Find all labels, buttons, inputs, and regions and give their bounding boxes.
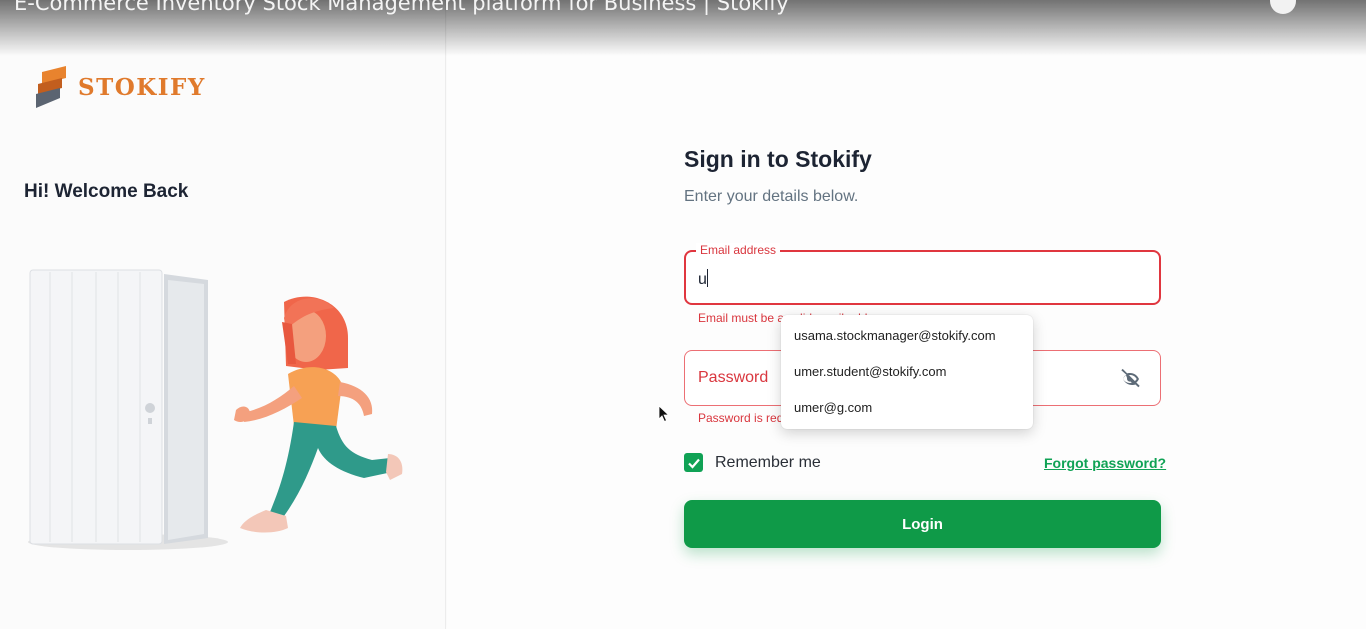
stokify-logo-icon (36, 66, 66, 108)
email-label: Email address (696, 243, 781, 257)
email-field[interactable]: Email address u (684, 243, 1161, 305)
email-autocomplete-dropdown: usama.stockmanager@stokify.com umer.stud… (781, 315, 1033, 429)
password-placeholder: Password (698, 369, 769, 386)
autocomplete-option[interactable]: umer.student@stokify.com (781, 354, 1033, 390)
text-caret (706, 269, 708, 287)
left-panel: STOKIFY Hi! Welcome Back (0, 0, 446, 629)
check-icon (687, 458, 700, 469)
login-button[interactable]: Login (684, 500, 1161, 548)
remember-label: Remember me (715, 453, 821, 471)
page-subtitle: Enter your details below. (684, 188, 859, 205)
brand-logo[interactable]: STOKIFY (36, 66, 206, 108)
autocomplete-option[interactable]: usama.stockmanager@stokify.com (781, 318, 1033, 354)
running-person-door-illustration (28, 269, 403, 550)
eye-off-icon[interactable] (1118, 367, 1142, 391)
remember-me[interactable]: Remember me (684, 453, 821, 472)
page-title: Sign in to Stokify (684, 146, 872, 172)
autocomplete-option[interactable]: umer@g.com (781, 390, 1033, 426)
email-value: u (698, 269, 708, 288)
welcome-heading: Hi! Welcome Back (24, 181, 189, 202)
forgot-password-link[interactable]: Forgot password? (1044, 455, 1166, 471)
brand-name: STOKIFY (78, 73, 206, 101)
remember-checkbox[interactable] (684, 453, 703, 472)
mouse-cursor-icon (658, 405, 670, 423)
